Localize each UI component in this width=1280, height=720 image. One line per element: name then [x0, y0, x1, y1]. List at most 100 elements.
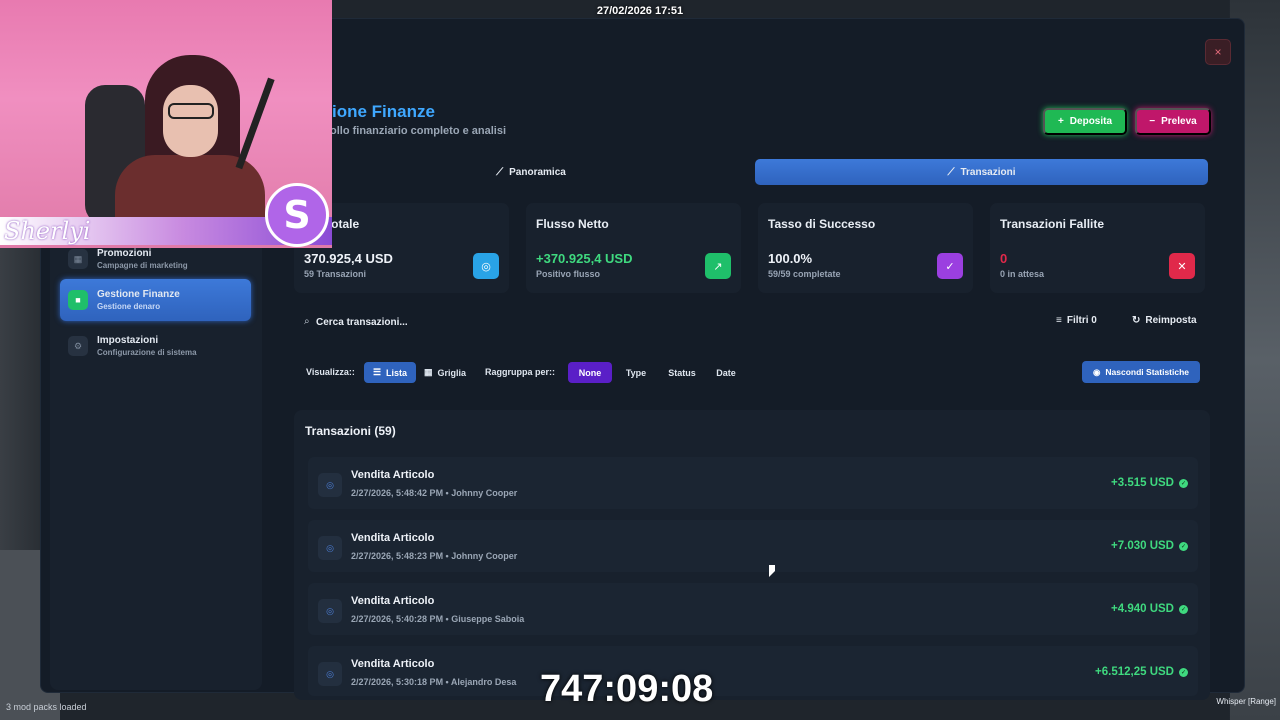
transaction-amount: +7.030 USD	[1111, 540, 1174, 552]
check-icon: ✓	[1179, 542, 1188, 551]
transaction-name: Vendita Articolo	[351, 658, 435, 670]
stat-title: Flusso Netto	[536, 217, 609, 231]
transaction-detail: 2/27/2026, 5:48:42 PM • Johnny Cooper	[351, 488, 518, 498]
tab-label: Transazioni	[960, 166, 1016, 178]
sidebar-item-sub: Campagne di marketing	[97, 261, 188, 270]
stat-sub: 59/59 completate	[768, 269, 841, 279]
page-title: ione Finanze	[332, 102, 435, 121]
streamer-name: Sherlyi	[4, 217, 91, 245]
tab-panoramica[interactable]: ⟋ Panoramica	[300, 159, 762, 185]
stat-value: 100.0%	[768, 251, 813, 266]
check-icon: ✓	[1179, 479, 1188, 488]
filters-label: Filtri 0	[1066, 315, 1097, 326]
eye-icon: ◉	[1092, 366, 1101, 377]
sale-icon: ◎	[318, 473, 342, 497]
transaction-name: Vendita Articolo	[351, 595, 435, 607]
hide-stats-button[interactable]: ◉ Nascondi Statistiche	[1082, 361, 1200, 383]
group-status-button[interactable]: Status	[662, 362, 702, 383]
transaction-row[interactable]: ◎ Vendita Articolo 2/27/2026, 5:30:18 PM…	[308, 646, 1198, 696]
page-subtitle: ollo finanziario completo e analisi	[330, 125, 507, 137]
search-icon: ⌕	[304, 316, 310, 327]
transaction-detail: 2/27/2026, 5:40:28 PM • Giuseppe Saboia	[351, 614, 525, 624]
stat-title: Transazioni Fallite	[1000, 217, 1105, 231]
group-date-button[interactable]: Date	[708, 362, 744, 383]
stat-sub: 59 Transazioni	[304, 269, 367, 279]
sidebar-item-sub: Configurazione di sistema	[97, 348, 197, 357]
transactions-list: Transazioni (59) ◎ Vendita Articolo 2/27…	[294, 410, 1210, 700]
sidebar-item-label: Gestione Finanze	[97, 289, 180, 300]
gear-icon: ⚙	[68, 336, 88, 356]
transaction-amount: +6.512,25 USD	[1095, 666, 1174, 678]
view-list-label: Lista	[386, 367, 408, 378]
transaction-detail: 2/27/2026, 5:30:18 PM • Alejandro Desa	[351, 677, 517, 687]
view-grid-button[interactable]: ▦ Griglia	[420, 362, 470, 383]
deposit-button[interactable]: + Deposita	[1043, 108, 1127, 135]
sidebar-item-sub: Gestione denaro	[97, 302, 161, 311]
reset-label: Reimposta	[1145, 315, 1197, 326]
volume-icon: ◎	[473, 253, 499, 279]
view-controls: Visualizza:: ☰ Lista ▦ Griglia Raggruppa p…	[294, 357, 1210, 387]
sidebar-item-impostazioni[interactable]: ⚙ Impostazioni Configurazione di sistema	[60, 325, 251, 367]
search-input[interactable]	[316, 313, 616, 331]
sale-icon: ◎	[318, 599, 342, 623]
transaction-row[interactable]: ◎ Vendita Articolo 2/27/2026, 5:48:23 PM…	[308, 520, 1198, 572]
minus-icon: −	[1149, 116, 1156, 127]
group-none-button[interactable]: None	[568, 362, 612, 383]
mod-packs-status: 3 mod packs loaded	[6, 702, 87, 712]
filter-icon: ≡	[1056, 315, 1062, 326]
x-circle-icon: ✕	[1169, 253, 1195, 279]
check-icon: ✓	[1179, 605, 1188, 614]
close-button[interactable]: ×	[1205, 39, 1231, 65]
transaction-row[interactable]: ◎ Vendita Articolo 2/27/2026, 5:48:42 PM…	[308, 457, 1198, 509]
streamer-glasses	[168, 103, 214, 119]
wallet-icon: ■	[68, 290, 88, 310]
search-row: ⌕ ≡ Filtri 0 ↻ Reimposta	[294, 307, 1210, 337]
stat-sub: 0 in attesa	[1000, 269, 1045, 279]
stat-card-net-flow: Flusso Netto +370.925,4 USD Positivo flu…	[526, 203, 741, 293]
stat-value: 370.925,4 USD	[304, 251, 393, 266]
tab-label: Panoramica	[509, 166, 566, 178]
withdraw-button[interactable]: − Preleva	[1135, 108, 1211, 135]
view-label: Visualizza::	[306, 367, 355, 377]
trend-icon: ⟋	[496, 166, 504, 178]
hide-stats-label: Nascondi Statistiche	[1105, 367, 1190, 377]
streamer-face	[163, 85, 218, 157]
transaction-detail: 2/27/2026, 5:48:23 PM • Johnny Cooper	[351, 551, 518, 561]
stat-title: Tasso di Successo	[768, 217, 876, 231]
streamer-logo: S	[265, 183, 329, 247]
main-content: ione Finanze ollo finanziario completo e…	[280, 85, 1220, 700]
grid-icon: ▦	[68, 249, 88, 269]
stat-value: +370.925,4 USD	[536, 251, 633, 266]
withdraw-label: Preleva	[1161, 116, 1197, 127]
sidebar-item-gestione-finanze[interactable]: ■ Gestione Finanze Gestione denaro	[60, 279, 251, 321]
stat-card-failed: Transazioni Fallite 0 0 in attesa ✕	[990, 203, 1205, 293]
voice-range-status: Whisper [Range]	[1216, 697, 1276, 706]
mouse-cursor-icon	[769, 565, 775, 577]
stat-value: 0	[1000, 251, 1008, 266]
tab-transazioni[interactable]: ⟋ Transazioni	[755, 159, 1208, 185]
sidebar: ▦ Promozioni Campagne di marketing ■ Ges…	[50, 220, 262, 690]
check-icon: ✓	[1179, 668, 1188, 677]
transaction-amount: +4.940 USD	[1111, 603, 1174, 615]
transaction-amount: +3.515 USD	[1111, 477, 1174, 489]
stat-card-success-rate: Tasso di Successo 100.0% 59/59 completat…	[758, 203, 973, 293]
group-type-button[interactable]: Type	[618, 362, 654, 383]
grid-icon: ▦	[423, 367, 433, 377]
transaction-row[interactable]: ◎ Vendita Articolo 2/27/2026, 5:40:28 PM…	[308, 583, 1198, 635]
view-grid-label: Griglia	[437, 367, 467, 378]
stream-timer: 747:09:08	[540, 668, 714, 710]
refresh-icon: ↻	[1132, 315, 1141, 326]
deposit-label: Deposita	[1069, 116, 1113, 127]
group-label: Raggruppa per::	[485, 367, 556, 377]
filters-button[interactable]: ≡ Filtri 0	[1056, 315, 1097, 326]
sale-icon: ◎	[318, 536, 342, 560]
microphone-arm	[235, 77, 325, 188]
reset-button[interactable]: ↻ Reimposta	[1132, 315, 1197, 326]
view-list-button[interactable]: ☰ Lista	[364, 362, 416, 383]
check-circle-icon: ✓	[937, 253, 963, 279]
transactions-title: Transazioni (59)	[305, 424, 396, 438]
transaction-name: Vendita Articolo	[351, 469, 435, 481]
transaction-name: Vendita Articolo	[351, 532, 435, 544]
trending-up-icon: ↗	[705, 253, 731, 279]
sidebar-item-label: Impostazioni	[97, 335, 159, 346]
